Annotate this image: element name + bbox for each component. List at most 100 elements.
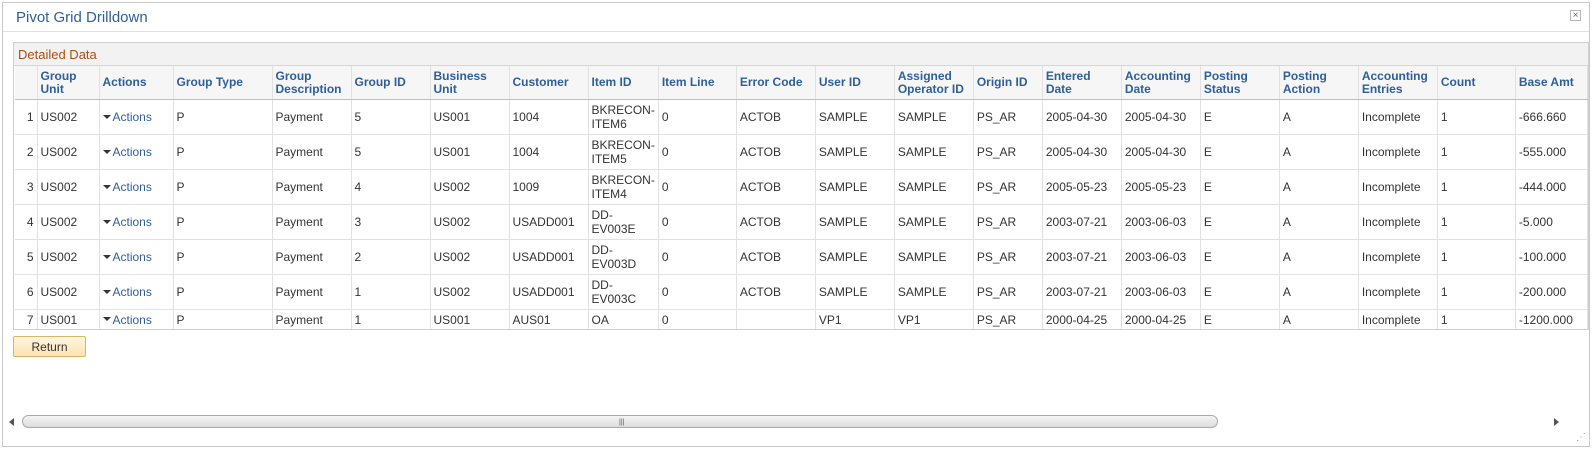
actions-label: Actions — [112, 110, 152, 124]
table-cell: SAMPLE — [815, 204, 895, 240]
table-cell: Incomplete — [1358, 309, 1438, 329]
actions-dropdown-link[interactable]: Actions — [102, 110, 152, 124]
table-cell: E — [1200, 204, 1280, 240]
table-cell: 0 — [658, 274, 737, 310]
column-header[interactable]: Group ID — [351, 66, 431, 100]
table-cell: ACTOB — [736, 204, 816, 240]
caret-down-icon — [102, 317, 111, 322]
table-cell: USADD001 — [509, 274, 589, 310]
table-cell: ACTOB — [736, 169, 816, 205]
table-cell: 5 — [351, 99, 431, 135]
resize-grip-icon[interactable]: ⋰ — [1576, 433, 1586, 443]
table-cell: PS_AR — [973, 309, 1043, 329]
column-header[interactable]: User ID — [815, 66, 895, 100]
column-header[interactable]: Group Unit — [37, 66, 100, 100]
actions-dropdown-link[interactable]: Actions — [102, 250, 152, 264]
table-cell: 1009 — [509, 169, 589, 205]
actions-dropdown-link[interactable]: Actions — [102, 285, 152, 299]
table-cell: SAMPLE — [894, 274, 974, 310]
actions-label: Actions — [112, 250, 152, 264]
table-cell: 1 — [351, 309, 431, 329]
table-cell: US002 — [430, 274, 510, 310]
column-header[interactable]: Count — [1437, 66, 1516, 100]
scroll-right-icon[interactable] — [1554, 418, 1559, 426]
table-cell: 2003-06-03 — [1121, 274, 1201, 310]
column-header[interactable]: Group Description — [272, 66, 352, 100]
table-cell: ACTOB — [736, 274, 816, 310]
column-header[interactable]: Customer — [509, 66, 589, 100]
table-cell: SAMPLE — [894, 239, 974, 275]
row-number: 5 — [15, 239, 38, 275]
column-header[interactable]: Assigned Operator ID — [894, 66, 974, 100]
table-cell: 2005-04-30 — [1042, 99, 1122, 135]
table-cell: 0 — [658, 204, 737, 240]
actions-label: Actions — [112, 312, 152, 327]
column-header[interactable]: Actions — [99, 66, 174, 100]
return-button[interactable]: Return — [13, 336, 86, 357]
column-header[interactable]: Posting Action — [1279, 66, 1359, 100]
row-number: 3 — [15, 169, 38, 205]
scroll-thumb[interactable]: ||| — [22, 415, 1218, 428]
table-cell: P — [173, 99, 273, 135]
table-cell: -5.000 — [1515, 204, 1588, 240]
scroll-left-icon[interactable] — [9, 418, 14, 426]
table-cell: Payment — [272, 309, 352, 329]
table-cell: US002 — [37, 99, 100, 135]
horizontal-scrollbar[interactable]: ||| — [7, 414, 1561, 430]
table-cell: PS_AR — [973, 204, 1043, 240]
actions-dropdown-link[interactable]: Actions — [102, 312, 152, 327]
table-cell: -200.000 — [1515, 274, 1588, 310]
column-header[interactable]: Posting Status — [1200, 66, 1280, 100]
table-cell: SAMPLE — [815, 99, 895, 135]
table-cell: 1 — [1437, 134, 1516, 170]
column-header[interactable]: Item Line — [658, 66, 737, 100]
caret-down-icon — [102, 289, 111, 294]
actions-dropdown-link[interactable]: Actions — [102, 215, 152, 229]
table-cell: SAMPLE — [815, 134, 895, 170]
table-cell: E — [1200, 239, 1280, 275]
actions-cell: Actions — [99, 169, 174, 205]
table-cell: 2003-07-21 — [1042, 204, 1122, 240]
table-row: 6 US002 Actions P Payment 1 US002 USADD001 DD-EV… — [15, 274, 1588, 310]
actions-dropdown-link[interactable]: Actions — [102, 180, 152, 194]
column-header[interactable]: Accounting Date — [1121, 66, 1201, 100]
table-cell: 2005-05-23 — [1042, 169, 1122, 205]
table-cell: P — [173, 204, 273, 240]
table-cell: E — [1200, 169, 1280, 205]
column-header[interactable]: Accounting Entries — [1358, 66, 1438, 100]
column-header[interactable]: Base Amt — [1515, 66, 1588, 100]
pivot-grid-drilldown-window: Pivot Grid Drilldown × Detailed Data Gro… — [2, 2, 1590, 447]
table-cell: Payment — [272, 204, 352, 240]
column-header[interactable]: Origin ID — [973, 66, 1043, 100]
actions-cell: Actions — [99, 239, 174, 275]
table-cell: PS_AR — [973, 239, 1043, 275]
table-cell: 5 — [351, 134, 431, 170]
column-header[interactable]: Group Type — [173, 66, 273, 100]
table-cell: SAMPLE — [815, 169, 895, 205]
table-cell: US002 — [430, 204, 510, 240]
actions-dropdown-link[interactable]: Actions — [102, 145, 152, 159]
table-cell: BKRECON-ITEM4 — [588, 169, 659, 205]
table-cell: 2003-06-03 — [1121, 204, 1201, 240]
caret-down-icon — [102, 184, 111, 189]
table-cell: 1 — [1437, 99, 1516, 135]
column-header[interactable]: Error Code — [736, 66, 816, 100]
table-cell: Incomplete — [1358, 274, 1438, 310]
column-header[interactable]: Entered Date — [1042, 66, 1122, 100]
table-cell: SAMPLE — [815, 274, 895, 310]
column-header[interactable]: Business Unit — [430, 66, 510, 100]
table-cell: ACTOB — [736, 99, 816, 135]
table-cell: A — [1279, 274, 1359, 310]
table-cell: 1 — [1437, 204, 1516, 240]
caret-down-icon — [102, 219, 111, 224]
column-header[interactable]: Item ID — [588, 66, 659, 100]
table-cell: PS_AR — [973, 134, 1043, 170]
table-cell: Payment — [272, 134, 352, 170]
table-cell: US002 — [37, 274, 100, 310]
table-cell: P — [173, 134, 273, 170]
table-cell: BKRECON-ITEM5 — [588, 134, 659, 170]
table-cell: ACTOB — [736, 239, 816, 275]
close-icon[interactable]: × — [1570, 10, 1581, 21]
scroll-track[interactable]: ||| — [19, 415, 1549, 429]
table-cell — [736, 309, 816, 329]
